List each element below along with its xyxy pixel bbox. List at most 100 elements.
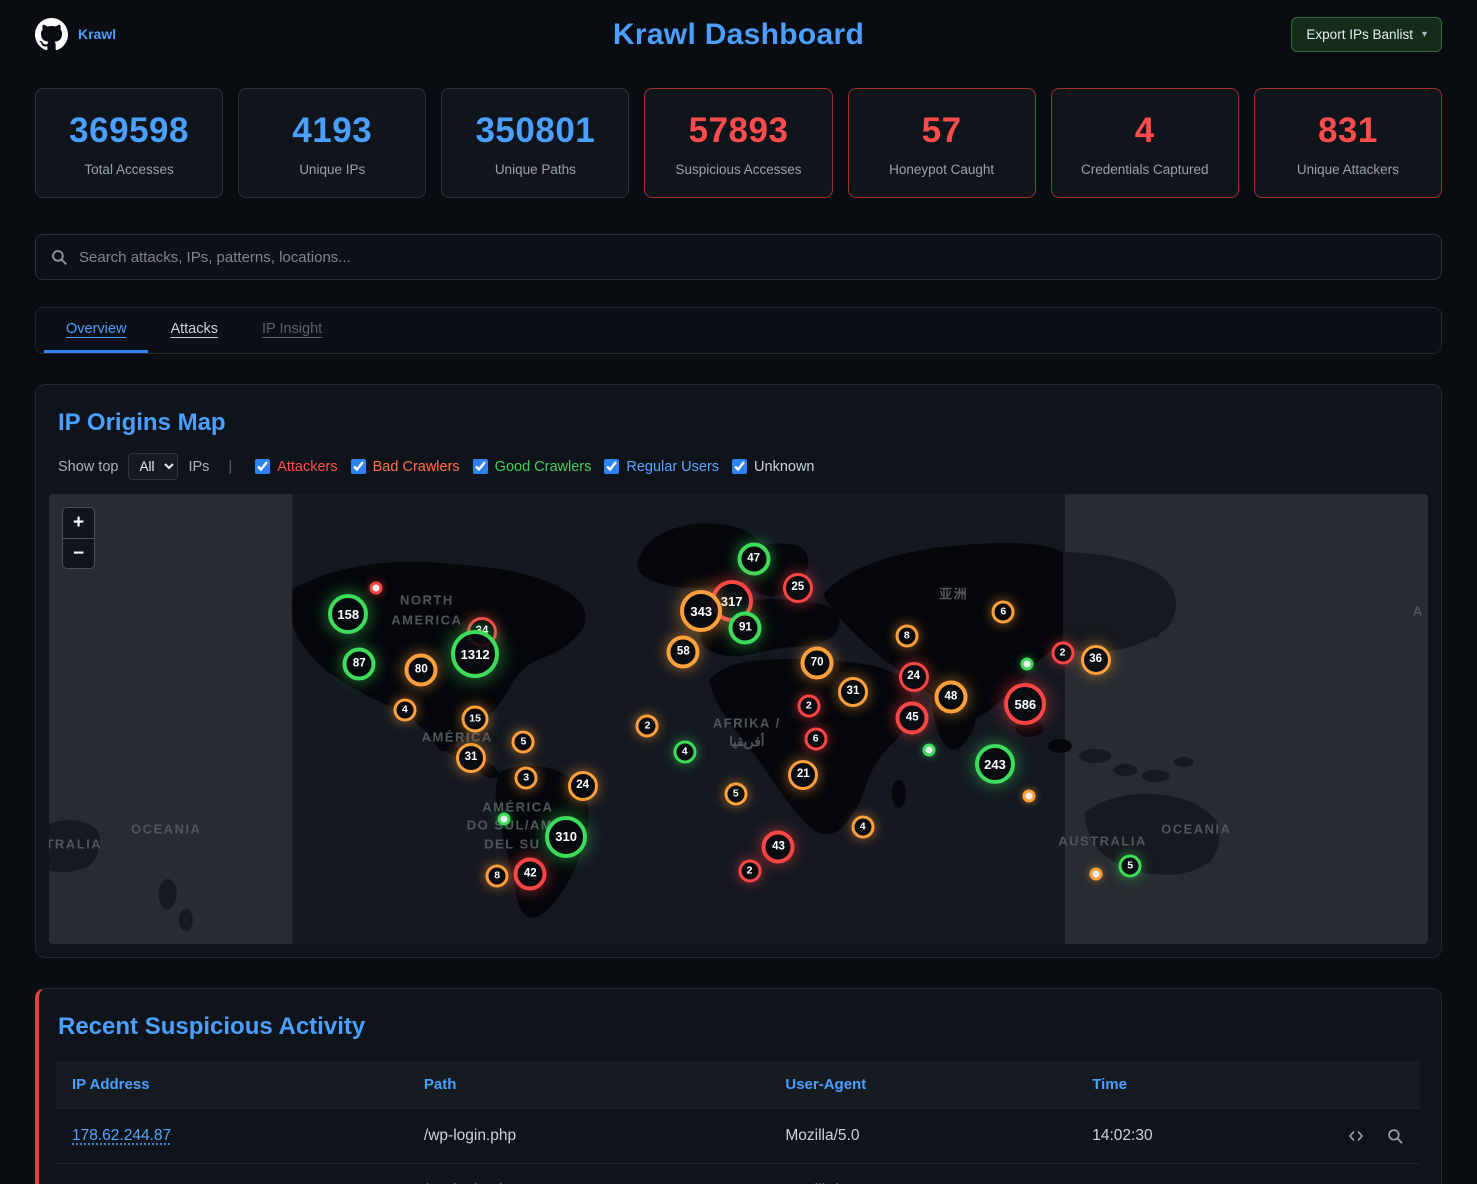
- map-marker[interactable]: 70: [801, 647, 834, 680]
- map-marker[interactable]: [922, 744, 935, 757]
- map-region-label: AMÉRICA: [482, 799, 553, 814]
- table-row: 178.62.244.87 /wp-login.php Mozilla/5.0 …: [56, 1164, 1420, 1184]
- tab-ip-insight[interactable]: IP Insight: [240, 308, 344, 353]
- map-marker[interactable]: 6: [804, 727, 827, 750]
- map-marker[interactable]: 5: [512, 730, 535, 753]
- map-marker[interactable]: 15: [462, 706, 489, 733]
- map-marker[interactable]: 8: [895, 625, 918, 648]
- map-marker[interactable]: 45: [896, 702, 929, 735]
- show-top-select[interactable]: All: [128, 453, 178, 480]
- map-marker[interactable]: 31: [456, 743, 486, 773]
- map-marker[interactable]: [1023, 789, 1036, 802]
- map-marker[interactable]: 1312: [451, 630, 499, 678]
- time-cell: 13:55:08: [1076, 1164, 1267, 1184]
- map-marker[interactable]: 243: [975, 744, 1015, 784]
- map-marker[interactable]: 6: [992, 600, 1015, 623]
- map-marker[interactable]: 2: [636, 715, 659, 738]
- map-marker[interactable]: [1020, 658, 1033, 671]
- map-marker[interactable]: 586: [1004, 683, 1046, 725]
- map-marker[interactable]: 58: [667, 635, 700, 668]
- row-actions: [1283, 1128, 1404, 1145]
- legend-item-bad-crawlers[interactable]: Bad Crawlers: [351, 459, 460, 475]
- map-marker[interactable]: 2: [1051, 641, 1074, 664]
- map-marker[interactable]: 24: [568, 771, 598, 801]
- stat-label: Unique Paths: [448, 162, 622, 177]
- search-icon: [51, 249, 68, 266]
- map-marker[interactable]: 2: [738, 860, 761, 883]
- user-agent-cell: Mozilla/5.0: [769, 1109, 1076, 1164]
- world-map[interactable]: + − NORTHAMERICA亚洲AAMÉRICAAFRIKA /أفريقي…: [49, 494, 1428, 944]
- legend-item-regular-users[interactable]: Regular Users: [604, 459, 719, 475]
- zoom-in-button[interactable]: +: [63, 508, 94, 538]
- stat-card-unique-ips: 4193 Unique IPs: [238, 88, 426, 198]
- time-cell: 14:02:30: [1076, 1109, 1267, 1164]
- column-header-ip-address: IP Address: [56, 1061, 408, 1109]
- map-marker[interactable]: 3: [515, 766, 538, 789]
- map-marker[interactable]: 8: [486, 865, 509, 888]
- map-marker[interactable]: 24: [899, 662, 929, 692]
- map-marker[interactable]: 80: [405, 653, 438, 686]
- map-marker[interactable]: 2: [797, 694, 820, 717]
- map-marker[interactable]: [369, 582, 382, 595]
- map-marker[interactable]: 5: [724, 783, 747, 806]
- export-banlist-button[interactable]: Export IPs Banlist ▾: [1291, 17, 1442, 52]
- stat-card-honeypot-caught: 57 Honeypot Caught: [848, 88, 1036, 198]
- map-card-title: IP Origins Map: [58, 409, 1419, 437]
- legend-checkbox[interactable]: [473, 459, 488, 474]
- map-marker[interactable]: 310: [545, 816, 587, 858]
- map-region-label: OCEANIA: [1161, 822, 1231, 837]
- legend-item-unknown[interactable]: Unknown: [732, 459, 814, 475]
- column-header-path: Path: [408, 1061, 769, 1109]
- map-marker[interactable]: 343: [680, 590, 722, 632]
- table-header-row: IP AddressPathUser-AgentTime: [56, 1061, 1420, 1109]
- tab-overview[interactable]: Overview: [44, 308, 148, 353]
- map-marker[interactable]: 4: [851, 816, 874, 839]
- map-marker[interactable]: [1089, 867, 1102, 880]
- map-marker[interactable]: 36: [1081, 645, 1111, 675]
- map-marker[interactable]: [498, 812, 511, 825]
- zoom-out-button[interactable]: −: [63, 538, 94, 568]
- controls-divider: |: [228, 459, 232, 475]
- legend-checkbox[interactable]: [255, 459, 270, 474]
- legend-item-good-crawlers[interactable]: Good Crawlers: [473, 459, 592, 475]
- stat-value: 57: [855, 111, 1029, 151]
- ip-address-link[interactable]: 178.62.244.87: [72, 1127, 171, 1144]
- search-bar[interactable]: [35, 234, 1442, 280]
- stat-value: 831: [1261, 111, 1435, 151]
- column-header-user-agent: User-Agent: [769, 1061, 1076, 1109]
- stat-label: Credentials Captured: [1058, 162, 1232, 177]
- map-marker[interactable]: 43: [762, 830, 795, 863]
- stat-label: Unique Attackers: [1261, 162, 1435, 177]
- code-icon[interactable]: [1347, 1128, 1365, 1144]
- legend-checkbox[interactable]: [604, 459, 619, 474]
- stat-card-unique-attackers: 831 Unique Attackers: [1254, 88, 1442, 198]
- stat-value: 57893: [651, 111, 825, 151]
- brand-name: Krawl: [78, 26, 116, 42]
- map-marker[interactable]: 87: [343, 648, 376, 681]
- map-marker[interactable]: 91: [729, 612, 762, 645]
- legend-label: Unknown: [754, 459, 814, 475]
- top-bar: Krawl Krawl Dashboard Export IPs Banlist…: [35, 2, 1442, 66]
- search-row-icon[interactable]: [1387, 1128, 1404, 1145]
- legend-checkbox[interactable]: [732, 459, 747, 474]
- map-marker[interactable]: 158: [328, 594, 368, 634]
- map-marker[interactable]: 47: [737, 542, 770, 575]
- brand[interactable]: Krawl: [35, 18, 116, 51]
- recent-suspicious-activity-card: Recent Suspicious Activity IP AddressPat…: [35, 988, 1442, 1184]
- export-banlist-label: Export IPs Banlist: [1306, 27, 1413, 42]
- map-marker[interactable]: 31: [838, 677, 868, 707]
- map-marker[interactable]: 42: [514, 857, 547, 890]
- map-marker[interactable]: 25: [783, 573, 813, 603]
- legend-checkbox[interactable]: [351, 459, 366, 474]
- legend-item-attackers[interactable]: Attackers: [255, 459, 337, 475]
- map-marker[interactable]: 21: [788, 760, 818, 790]
- map-marker[interactable]: 48: [934, 680, 967, 713]
- legend: Attackers Bad Crawlers Good Crawlers Reg…: [242, 459, 814, 475]
- ip-origins-map-card: IP Origins Map Show top All IPs | Attack…: [35, 384, 1442, 958]
- map-marker[interactable]: 5: [1119, 855, 1142, 878]
- tab-attacks[interactable]: Attacks: [148, 308, 240, 353]
- map-region-label: DEL SU: [484, 837, 540, 852]
- map-marker[interactable]: 4: [673, 740, 696, 763]
- map-marker[interactable]: 4: [393, 699, 416, 722]
- search-input[interactable]: [79, 249, 1426, 266]
